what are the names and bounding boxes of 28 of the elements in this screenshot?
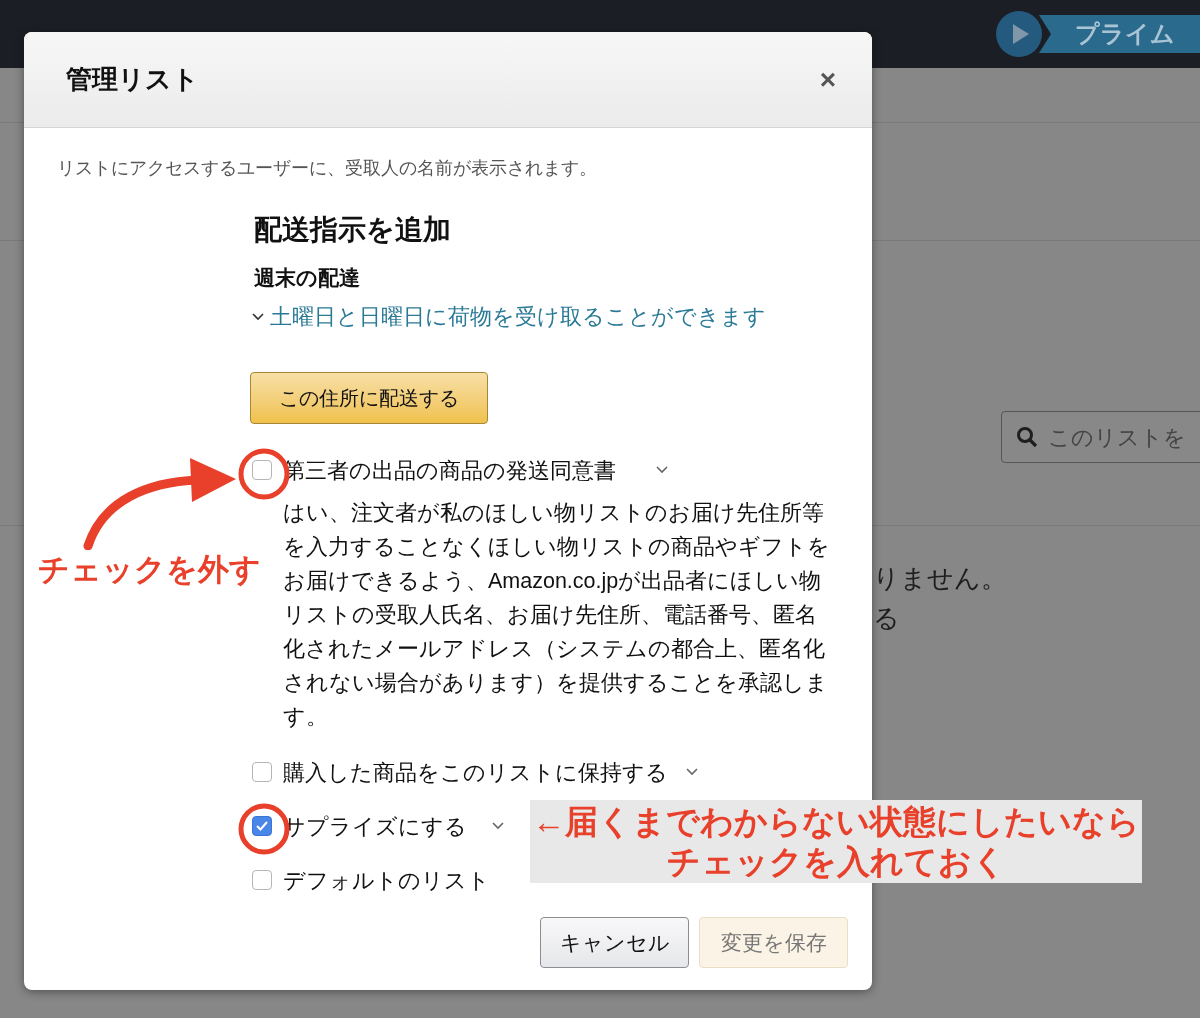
chevron-down-icon[interactable]: [492, 822, 504, 830]
weekend-heading: 週末の配達: [254, 265, 360, 291]
annotation-text: チェックを外す: [38, 551, 261, 589]
cancel-button[interactable]: キャンセル: [540, 917, 689, 968]
check-icon: [256, 821, 268, 831]
checkbox[interactable]: [252, 816, 272, 836]
annotation-line: チェックを入れておく: [666, 841, 1006, 882]
checkbox[interactable]: [252, 870, 272, 890]
option-label[interactable]: 購入した商品をこのリストに保持する: [283, 755, 668, 789]
notice-text: リストにアクセスするユーザーに、受取人の名前が表示されます。: [57, 157, 598, 180]
play-icon: [995, 10, 1043, 58]
chevron-down-icon[interactable]: [252, 313, 264, 321]
dialog-title: 管理リスト: [66, 63, 199, 96]
search-placeholder: このリストを: [1048, 423, 1186, 452]
chevron-down-icon[interactable]: [686, 768, 698, 776]
consent-text: はい、注文者が私のほしい物リストのお届け先住所等を入力することなくほしい物リストの商品やギフトをお届けできるよう、Amazon.co.jpが出品者にほしい物リストの受取人氏名、お届け先住所、電話番号、匿名化されたメールアドレス（システムの都合上、匿名化されない場合があります）を提供することを承認します。: [283, 500, 831, 731]
option-label[interactable]: デフォルトのリスト: [283, 863, 490, 897]
search-icon: [1016, 426, 1038, 448]
weekend-delivery-link[interactable]: 土曜日と日曜日に荷物を受け取ることができます: [270, 302, 766, 332]
ship-to-address-button[interactable]: この住所に配送する: [250, 372, 488, 424]
close-button[interactable]: ×: [819, 65, 836, 94]
page-text: りません。: [873, 562, 1007, 595]
page-text: る: [873, 602, 901, 635]
checkbox[interactable]: [252, 460, 272, 480]
annotation-line: ←届くまでわからない状態にしたいなら: [532, 801, 1140, 842]
chevron-down-icon[interactable]: [656, 466, 668, 474]
section-heading: 配送指示を追加: [254, 213, 451, 247]
checkbox[interactable]: [252, 762, 272, 782]
